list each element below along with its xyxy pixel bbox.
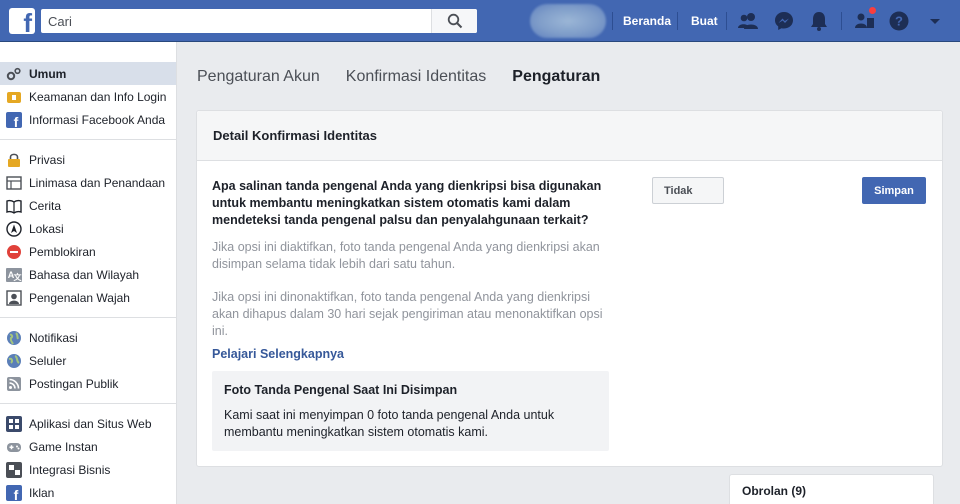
sidebar-group-notifications: Notifikasi Seluler Postingan Publik <box>0 318 176 404</box>
apps-icon <box>6 415 22 432</box>
gear-icon <box>6 66 22 82</box>
svg-text:文: 文 <box>14 272 23 282</box>
nav-divider <box>612 12 613 30</box>
sidebar-item-label: Iklan <box>29 485 55 500</box>
sidebar-group-general: Umum Keamanan dan Info Login f Informasi… <box>0 42 176 140</box>
nav-create-link[interactable]: Buat <box>691 14 718 28</box>
sidebar-item-label: Pengenalan Wajah <box>29 290 130 305</box>
sidebar-item-label: Postingan Publik <box>29 376 119 391</box>
search-input[interactable] <box>41 9 431 33</box>
sidebar-item-location[interactable]: Lokasi <box>0 217 176 240</box>
lock-icon <box>6 152 22 168</box>
svg-text:?: ? <box>895 14 903 29</box>
help-icon[interactable]: ? <box>888 10 910 32</box>
search-button[interactable] <box>431 9 477 33</box>
stored-ids-info-box: Foto Tanda Pengenal Saat Ini Disimpan Ka… <box>212 371 609 451</box>
sidebar-item-instant-games[interactable]: Game Instan <box>0 435 176 458</box>
globe-icon <box>6 330 22 346</box>
sidebar-item-timeline[interactable]: Linimasa dan Penandaan <box>0 171 176 194</box>
sidebar-item-ads[interactable]: f Iklan <box>0 481 176 504</box>
nav-divider <box>841 12 842 30</box>
facebook-icon: f <box>6 111 22 128</box>
top-navigation-bar: f Beranda Buat ? <box>0 0 960 42</box>
info-box-text: Kami saat ini menyimpan 0 foto tanda pen… <box>224 408 555 439</box>
dropdown-icon[interactable] <box>924 10 946 32</box>
sidebar-item-facebook-info[interactable]: f Informasi Facebook Anda <box>0 108 176 131</box>
book-icon <box>6 198 22 214</box>
sidebar-item-label: Game Instan <box>29 439 98 454</box>
mobile-icon <box>6 353 22 369</box>
sidebar-item-stories[interactable]: Cerita <box>0 194 176 217</box>
friends-icon[interactable] <box>737 10 759 32</box>
bell-icon[interactable] <box>808 10 830 32</box>
sidebar-item-label: Privasi <box>29 152 66 167</box>
description-disabled: Jika opsi ini dinonaktifkan, foto tanda … <box>212 290 603 338</box>
timeline-icon <box>6 175 22 191</box>
description-enabled: Jika opsi ini diaktifkan, foto tanda pen… <box>212 240 600 271</box>
messenger-icon[interactable] <box>773 10 795 32</box>
sidebar-item-mobile[interactable]: Seluler <box>0 349 176 372</box>
sidebar-group-privacy: Privasi Linimasa dan Penandaan Cerita Lo… <box>0 140 176 318</box>
sidebar-item-general[interactable]: Umum <box>0 62 176 85</box>
location-icon <box>6 220 22 237</box>
sidebar-item-label: Lokasi <box>29 221 64 236</box>
sidebar-item-public-posts[interactable]: Postingan Publik <box>0 372 176 395</box>
sidebar-item-label: Cerita <box>29 198 62 213</box>
search-bar <box>41 9 477 33</box>
card-header: Detail Konfirmasi Identitas <box>197 111 942 161</box>
sidebar-item-label: Aplikasi dan Situs Web <box>29 416 152 431</box>
nav-home-link[interactable]: Beranda <box>623 14 671 28</box>
ads-icon: f <box>6 484 22 501</box>
sidebar-item-label: Linimasa dan Penandaan <box>29 175 166 190</box>
svg-text:f: f <box>14 487 19 501</box>
sidebar-item-notifications[interactable]: Notifikasi <box>0 326 176 349</box>
sidebar-item-security[interactable]: Keamanan dan Info Login <box>0 85 176 108</box>
notification-badge <box>868 6 877 15</box>
question-text: Apa salinan tanda pengenal Anda yang die… <box>212 179 602 227</box>
search-icon <box>447 13 463 29</box>
sidebar-item-language[interactable]: A文 Bahasa dan Wilayah <box>0 263 176 286</box>
sidebar-item-apps[interactable]: Aplikasi dan Situs Web <box>0 412 176 435</box>
chat-sidebar-tab[interactable]: Obrolan (9) <box>729 474 934 504</box>
sidebar-item-face-recognition[interactable]: Pengenalan Wajah <box>0 286 176 309</box>
facebook-logo[interactable]: f <box>9 8 35 36</box>
nav-divider <box>677 12 678 30</box>
settings-tabs: Pengaturan Akun Konfirmasi Identitas Pen… <box>197 68 626 90</box>
sidebar-item-label: Bahasa dan Wilayah <box>29 267 140 282</box>
nav-divider <box>726 12 727 30</box>
settings-sidebar: Umum Keamanan dan Info Login f Informasi… <box>0 42 177 504</box>
tab-identity-confirmation[interactable]: Konfirmasi Identitas <box>346 68 487 90</box>
sidebar-item-business-integrations[interactable]: Integrasi Bisnis <box>0 458 176 481</box>
sidebar-item-blocking[interactable]: Pemblokiran <box>0 240 176 263</box>
rss-icon <box>6 376 22 392</box>
identity-confirmation-card: Detail Konfirmasi Identitas Apa salinan … <box>196 110 943 467</box>
svg-text:f: f <box>14 114 19 128</box>
language-icon: A文 <box>6 267 22 283</box>
block-icon <box>6 244 22 260</box>
save-button[interactable]: Simpan <box>862 177 926 204</box>
sidebar-item-label: Umum <box>29 66 67 81</box>
face-icon <box>6 289 22 306</box>
game-icon <box>6 439 22 455</box>
business-icon <box>6 461 22 478</box>
sidebar-item-privacy[interactable]: Privasi <box>0 148 176 171</box>
sidebar-item-label: Pemblokiran <box>29 244 96 259</box>
sidebar-item-label: Keamanan dan Info Login <box>29 89 167 104</box>
shield-icon <box>6 89 22 105</box>
sidebar-item-label: Informasi Facebook Anda <box>29 112 166 127</box>
sidebar-item-label: Integrasi Bisnis <box>29 462 111 477</box>
learn-more-link[interactable]: Pelajari Selengkapnya <box>212 347 344 361</box>
profile-avatar-link[interactable] <box>530 4 606 38</box>
option-select[interactable]: Tidak <box>652 177 724 204</box>
sidebar-group-apps: Aplikasi dan Situs Web Game Instan Integ… <box>0 404 176 504</box>
info-box-title: Foto Tanda Pengenal Saat Ini Disimpan <box>224 383 458 397</box>
tab-account-settings[interactable]: Pengaturan Akun <box>197 68 320 90</box>
sidebar-item-label: Seluler <box>29 353 67 368</box>
sidebar-item-label: Notifikasi <box>29 330 78 345</box>
tab-settings[interactable]: Pengaturan <box>512 68 600 90</box>
